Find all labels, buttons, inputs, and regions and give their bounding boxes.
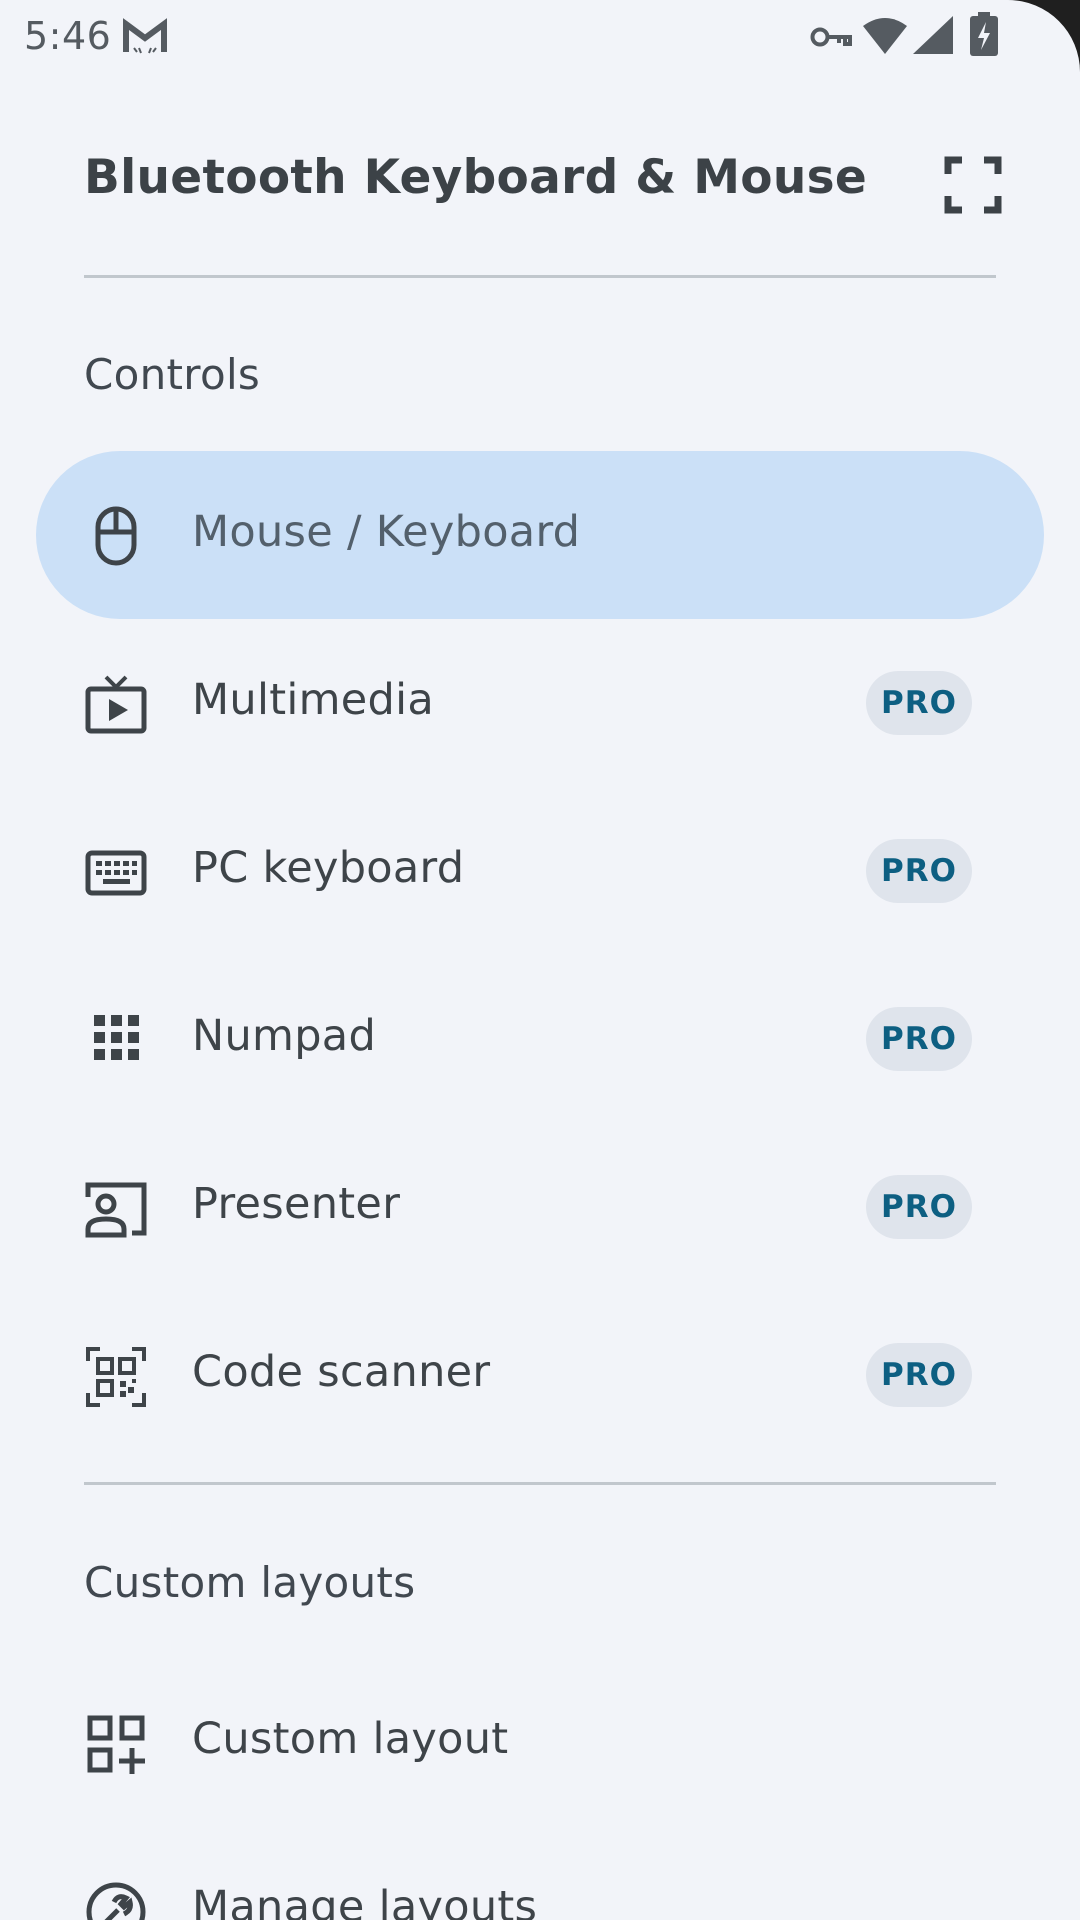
wifi-icon [863,18,907,54]
pro-badge: PRO [866,1007,972,1071]
fullscreen-icon [944,156,1002,214]
nav-label: Custom layout [192,1714,509,1764]
fullscreen-button[interactable] [944,156,1002,214]
status-bar: 5:46 [0,0,1010,74]
nav-item-numpad[interactable]: Numpad PRO [36,955,1044,1123]
nav-item-mouse-keyboard[interactable]: Mouse / Keyboard [36,451,1044,619]
nav-label: Manage layouts [192,1882,538,1920]
status-time: 5:46 [24,14,112,58]
pro-badge: PRO [866,839,972,903]
nav-label: Presenter [192,1179,401,1229]
presenter-icon [85,1182,147,1238]
nav-item-manage-layouts[interactable]: Manage layouts [36,1826,1044,1920]
section-divider [84,1482,996,1485]
drawer-header: Bluetooth Keyboard & Mouse [0,110,1080,250]
nav-label: Numpad [192,1011,377,1061]
pro-badge: PRO [866,671,972,735]
nav-item-code-scanner[interactable]: Code scanner PRO [36,1291,1044,1459]
nav-label: PC keyboard [192,843,465,893]
pro-badge: PRO [866,1343,972,1407]
mouse-icon [95,506,137,566]
battery-charging-icon [970,12,998,56]
tv-play-icon [85,675,147,734]
section-header-controls: Controls [84,350,261,399]
nav-item-pc-keyboard[interactable]: PC keyboard PRO [36,787,1044,955]
add-layout-icon [87,1715,145,1774]
vpn-key-icon [810,27,852,47]
navigation-drawer: 5:46 Bluetooth Keyboard & Mouse Controls… [0,0,1080,1920]
nav-item-presenter[interactable]: Presenter PRO [36,1123,1044,1291]
nav-label: Code scanner [192,1347,491,1397]
keyboard-icon [85,850,147,896]
pro-badge: PRO [866,1175,972,1239]
header-divider [84,275,996,278]
section-header-custom-layouts: Custom layouts [84,1558,416,1607]
cell-signal-icon [913,16,953,54]
nav-item-custom-layout[interactable]: Custom layout [36,1658,1044,1826]
app-title: Bluetooth Keyboard & Mouse [84,150,868,205]
nav-label: Multimedia [192,675,435,725]
nav-item-multimedia[interactable]: Multimedia PRO [36,619,1044,787]
gmail-icon [123,18,167,54]
nav-label: Mouse / Keyboard [192,507,581,557]
qr-code-scanner-icon [86,1347,146,1407]
dialpad-icon [94,1015,139,1060]
wrench-icon [86,1882,146,1920]
